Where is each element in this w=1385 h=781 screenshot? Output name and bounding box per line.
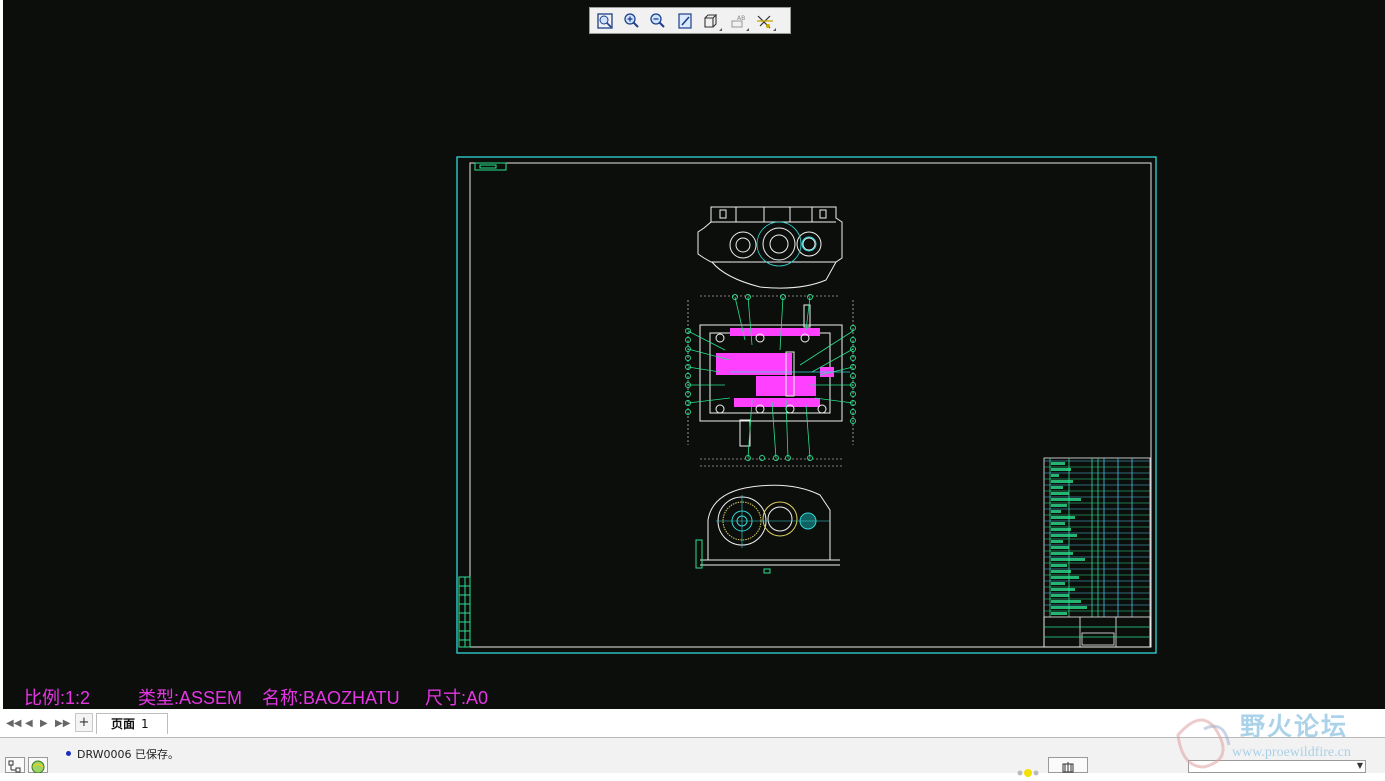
section-view <box>685 294 856 467</box>
type-label: 类型:ASSEM <box>138 688 243 708</box>
bom-row-text <box>1051 480 1073 483</box>
selection-filter-icon[interactable] <box>1015 762 1045 777</box>
bom-row-text <box>1051 510 1061 513</box>
bom-row-text <box>1051 570 1071 573</box>
name-label: 名称:BAOZHATU <box>262 688 400 708</box>
front-view <box>695 484 840 574</box>
first-page-icon[interactable]: ◀◀ <box>6 718 21 729</box>
top-view <box>697 206 843 289</box>
bom-row-text <box>1051 486 1063 489</box>
view-toolbar: AB <box>589 7 791 34</box>
browser-icon[interactable] <box>28 757 48 774</box>
smart-filter-icon[interactable] <box>1048 757 1088 773</box>
bom-row-text <box>1051 540 1063 543</box>
add-sheet-button[interactable]: + <box>75 713 93 732</box>
bom-row-text <box>1051 522 1065 525</box>
bom-row-text <box>1051 606 1087 609</box>
tab-page-label: 页面 <box>111 717 136 731</box>
bom-row-text <box>1051 558 1085 561</box>
bom-row-text <box>1051 594 1069 597</box>
bom-row-text <box>1051 546 1069 549</box>
message-bullet-icon <box>66 751 71 756</box>
bom-row-text <box>1051 534 1077 537</box>
title-block <box>1043 457 1151 648</box>
bom-row-text <box>1051 600 1081 603</box>
watermark-url: www.proewildfire.cn <box>1232 745 1351 760</box>
bom-row-text <box>1051 474 1059 477</box>
bom-row-text <box>1051 468 1071 471</box>
drawing-sheet <box>456 156 1157 654</box>
datum-display-icon[interactable] <box>753 10 777 32</box>
size-label: 尺寸:A0 <box>425 688 489 708</box>
zoom-in-icon[interactable] <box>620 10 644 32</box>
annotation-display-icon[interactable]: AB <box>726 10 750 32</box>
scale-label: 比例:1:2 <box>24 688 91 708</box>
tab-page-number: 1 <box>141 717 149 731</box>
bom-row-text <box>1051 504 1067 507</box>
tab-page-1[interactable]: 页面 1 <box>96 713 168 734</box>
bom-row-text <box>1051 612 1067 615</box>
refit-icon[interactable] <box>593 10 617 32</box>
prev-page-icon[interactable]: ◀ <box>25 718 33 729</box>
bom-row-text <box>1051 492 1069 495</box>
status-message: DRW0006 已保存。 <box>77 748 180 761</box>
bom-row-text <box>1051 576 1079 579</box>
repaint-icon[interactable] <box>673 10 697 32</box>
forum-watermark: 野火论坛 www.proewildfire.cn <box>1174 705 1385 773</box>
zoom-out-icon[interactable] <box>646 10 670 32</box>
last-page-icon[interactable]: ▶▶ <box>55 718 70 729</box>
bom-row-text <box>1051 462 1065 465</box>
bom-row-text <box>1051 588 1075 591</box>
bom-row-text <box>1051 564 1067 567</box>
bom-row-text <box>1051 516 1075 519</box>
watermark-title: 野火论坛 <box>1240 712 1349 741</box>
bom-row-text <box>1051 552 1073 555</box>
model-tree-icon[interactable] <box>5 757 25 773</box>
bom-row-text <box>1051 528 1071 531</box>
next-page-icon[interactable]: ▶ <box>40 718 48 729</box>
bom-row-text <box>1051 498 1081 501</box>
bom-row-text <box>1051 582 1065 585</box>
view-orient-icon[interactable] <box>699 10 723 32</box>
